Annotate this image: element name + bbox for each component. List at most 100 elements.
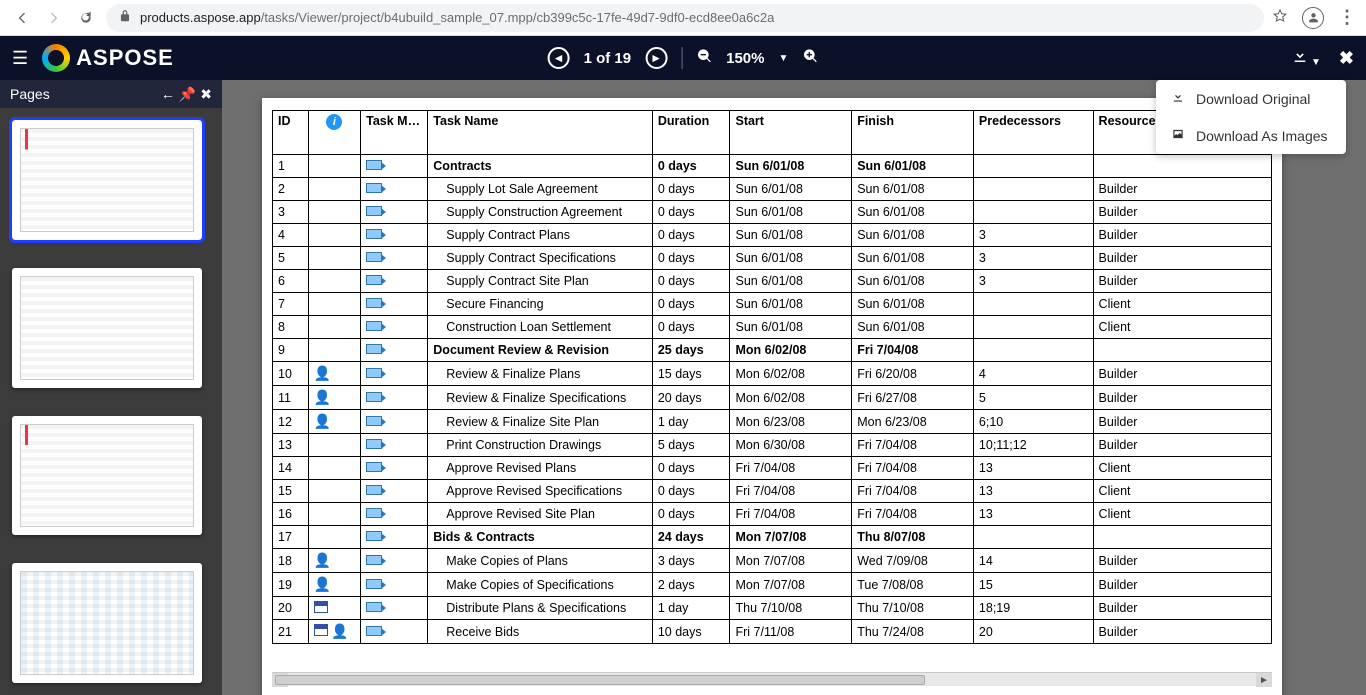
download-original-item[interactable]: Download Original xyxy=(1156,80,1346,117)
table-row: 19👤Make Copies of Specifications2 daysMo… xyxy=(273,573,1272,597)
person-icon: 👤 xyxy=(314,389,331,405)
col-start: Start xyxy=(730,111,852,155)
pages-header: Pages ← 📌 ✖ xyxy=(0,80,222,108)
table-row: 5Supply Contract Specifications0 daysSun… xyxy=(273,247,1272,270)
cell-predecessors: 3 xyxy=(973,247,1093,270)
auto-schedule-icon xyxy=(366,555,382,565)
cell-start: Fri 7/04/08 xyxy=(730,457,852,480)
cell-duration: 20 days xyxy=(652,386,730,410)
cell-resources xyxy=(1093,155,1271,178)
cell-info xyxy=(308,247,360,270)
cell-finish: Fri 7/04/08 xyxy=(852,503,974,526)
cell-finish: Thu 7/10/08 xyxy=(852,597,974,620)
cell-info xyxy=(308,434,360,457)
forward-button[interactable] xyxy=(42,6,66,30)
page-horizontal-scrollbar[interactable]: ◄ ► xyxy=(272,672,1272,686)
cell-info xyxy=(308,503,360,526)
cell-predecessors: 15 xyxy=(973,573,1093,597)
cell-task-name: Document Review & Revision xyxy=(428,339,653,362)
prev-page-button[interactable]: ◄ xyxy=(548,47,570,69)
cell-duration: 0 days xyxy=(652,178,730,201)
profile-icon[interactable] xyxy=(1302,7,1324,29)
auto-schedule-icon xyxy=(366,206,382,216)
cell-predecessors xyxy=(973,155,1093,178)
cell-info: 👤 xyxy=(308,549,360,573)
table-row: 16Approve Revised Site Plan0 daysFri 7/0… xyxy=(273,503,1272,526)
cell-start: Mon 6/30/08 xyxy=(730,434,852,457)
chrome-menu-icon[interactable]: ⋮ xyxy=(1338,7,1356,28)
scroll-right-button[interactable]: ► xyxy=(1256,673,1272,687)
auto-schedule-icon xyxy=(366,160,382,170)
cell-duration: 0 days xyxy=(652,224,730,247)
cell-info xyxy=(308,293,360,316)
cell-info xyxy=(308,480,360,503)
cell-task-mode xyxy=(361,339,428,362)
close-viewer-button[interactable]: ✖ xyxy=(1339,48,1354,69)
cell-id: 16 xyxy=(273,503,309,526)
download-button[interactable]: ▼ xyxy=(1291,47,1321,70)
page-thumb-2[interactable] xyxy=(12,268,202,388)
cell-task-mode xyxy=(361,224,428,247)
menu-toggle-icon[interactable]: ☰ xyxy=(12,48,28,69)
cell-predecessors xyxy=(973,316,1093,339)
cell-duration: 15 days xyxy=(652,362,730,386)
cell-finish: Fri 7/04/08 xyxy=(852,434,974,457)
cell-id: 3 xyxy=(273,201,309,224)
pin-sidebar-icon[interactable]: 📌 xyxy=(179,86,196,103)
cell-predecessors xyxy=(973,293,1093,316)
bookmark-star-icon[interactable] xyxy=(1272,8,1288,27)
scrollbar-thumb[interactable] xyxy=(275,675,925,685)
cell-predecessors: 10;11;12 xyxy=(973,434,1093,457)
cell-task-mode xyxy=(361,480,428,503)
table-row: 9Document Review & Revision25 daysMon 6/… xyxy=(273,339,1272,362)
table-row: 1Contracts0 daysSun 6/01/08Sun 6/01/08 xyxy=(273,155,1272,178)
table-row: 21 👤Receive Bids10 daysFri 7/11/08Thu 7/… xyxy=(273,620,1272,644)
cell-predecessors: 18;19 xyxy=(973,597,1093,620)
close-sidebar-icon[interactable]: ✖ xyxy=(200,86,212,103)
cell-predecessors: 13 xyxy=(973,457,1093,480)
document-viewport[interactable]: ID i Task Mode Task Name Duration Start … xyxy=(222,80,1366,695)
page-thumb-3[interactable] xyxy=(12,416,202,536)
address-bar[interactable]: products.aspose.app/tasks/Viewer/project… xyxy=(106,4,1264,32)
zoom-in-button[interactable] xyxy=(802,48,818,69)
next-page-button[interactable]: ► xyxy=(645,47,667,69)
cell-task-name: Supply Contract Plans xyxy=(428,224,653,247)
cell-task-name: Secure Financing xyxy=(428,293,653,316)
cell-resources: Builder xyxy=(1093,620,1271,644)
cell-task-name: Approve Revised Specifications xyxy=(428,480,653,503)
auto-schedule-icon xyxy=(366,602,382,612)
collapse-sidebar-icon[interactable]: ← xyxy=(161,86,175,103)
col-info: i xyxy=(308,111,360,155)
cell-predecessors xyxy=(973,178,1093,201)
col-finish: Finish xyxy=(852,111,974,155)
cell-id: 15 xyxy=(273,480,309,503)
auto-schedule-icon xyxy=(366,462,382,472)
table-row: 17Bids & Contracts24 daysMon 7/07/08Thu … xyxy=(273,526,1272,549)
cell-resources: Client xyxy=(1093,293,1271,316)
cell-resources: Builder xyxy=(1093,573,1271,597)
page-thumb-4[interactable] xyxy=(12,563,202,683)
reload-button[interactable] xyxy=(74,6,98,30)
brand-logo: ASPOSE xyxy=(42,44,174,72)
cell-resources: Client xyxy=(1093,503,1271,526)
cell-id: 9 xyxy=(273,339,309,362)
page-thumb-1[interactable] xyxy=(12,120,202,240)
cell-task-mode xyxy=(361,620,428,644)
back-button[interactable] xyxy=(10,6,34,30)
cell-finish: Sun 6/01/08 xyxy=(852,316,974,339)
cell-task-mode xyxy=(361,597,428,620)
cell-finish: Sun 6/01/08 xyxy=(852,247,974,270)
project-table: ID i Task Mode Task Name Duration Start … xyxy=(272,110,1272,644)
zoom-out-button[interactable] xyxy=(696,48,712,69)
auto-schedule-icon xyxy=(366,252,382,262)
cell-info xyxy=(308,597,360,620)
cell-predecessors: 5 xyxy=(973,386,1093,410)
cell-resources: Builder xyxy=(1093,434,1271,457)
zoom-dropdown-caret-icon[interactable]: ▼ xyxy=(779,53,789,64)
download-images-item[interactable]: Download As Images xyxy=(1156,117,1346,154)
calendar-icon xyxy=(314,601,328,613)
page-indicator: 1 of 19 xyxy=(584,50,632,67)
cell-resources: Builder xyxy=(1093,386,1271,410)
cell-predecessors: 13 xyxy=(973,480,1093,503)
page-thumbnails[interactable] xyxy=(0,108,222,695)
